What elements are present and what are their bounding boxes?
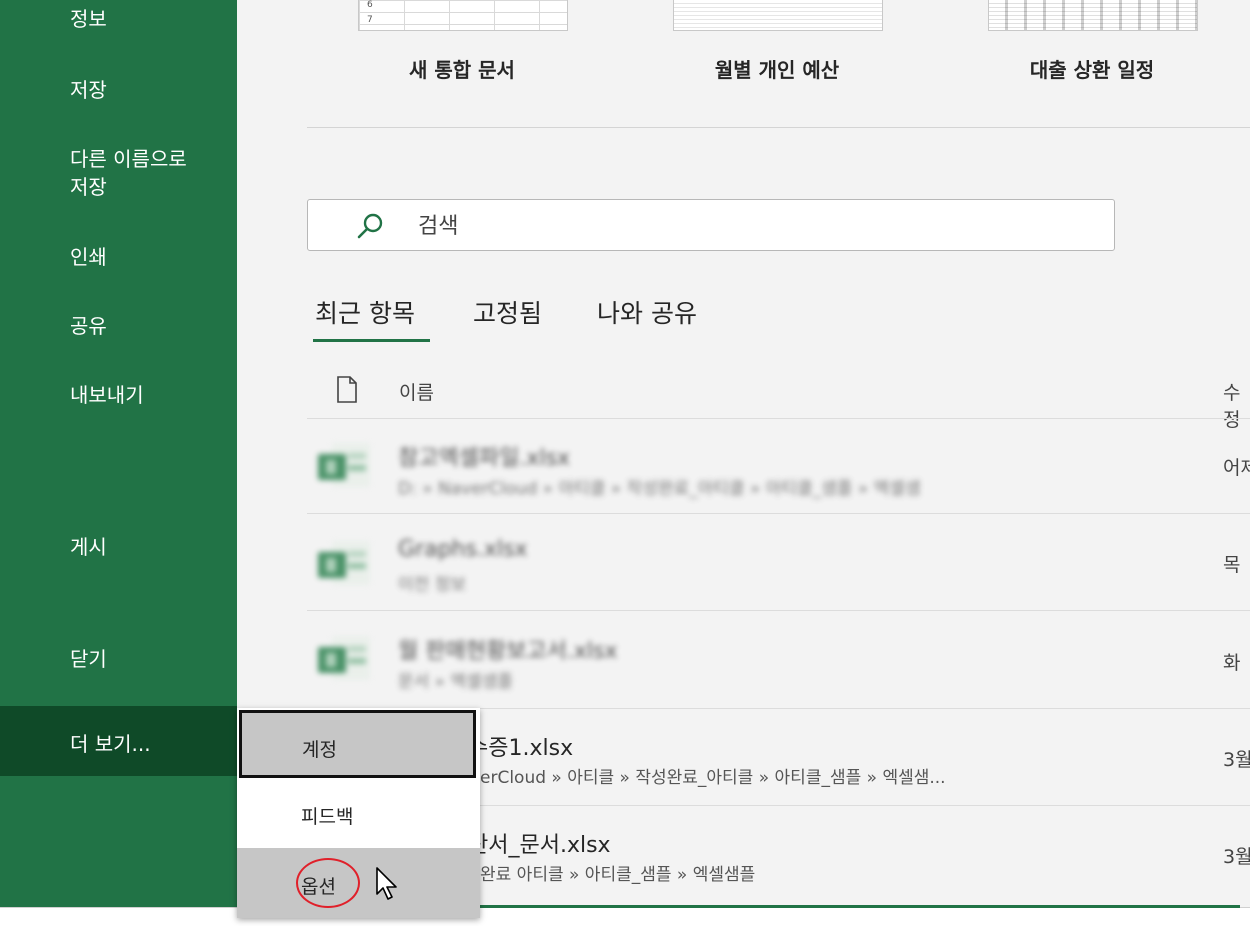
menu-item-feedback[interactable]: 피드백	[237, 780, 480, 846]
nav-print[interactable]: 인쇄	[70, 243, 107, 271]
file-date: 목	[1223, 554, 1241, 576]
nav-share[interactable]: 공유	[70, 312, 107, 340]
thumb-rows	[674, 0, 882, 30]
file-name[interactable]: 수증1.xlsx	[468, 730, 573, 762]
nav-more[interactable]: 더 보기...	[0, 706, 237, 776]
nav-save-as[interactable]: 다른 이름으로 저장	[70, 145, 187, 201]
nav-close[interactable]: 닫기	[70, 645, 107, 673]
nav-info[interactable]: 정보	[70, 5, 107, 33]
tab-shared-with-me[interactable]: 나와 공유	[597, 294, 697, 330]
search-icon	[357, 213, 383, 239]
row-separator	[307, 418, 1250, 419]
thumb-rows	[989, 0, 1197, 30]
nav-export[interactable]: 내보내기	[70, 381, 144, 409]
mouse-cursor-icon	[376, 867, 397, 900]
file-path: 이전 정보	[398, 575, 466, 595]
nav-save-as-line1: 다른 이름으로	[70, 147, 187, 171]
file-path: 문서 » 엑셀샘플	[398, 672, 514, 692]
file-date: 화	[1223, 652, 1241, 674]
template-label-loan[interactable]: 대출 상환 일정	[962, 54, 1222, 83]
nav-save[interactable]: 저장	[70, 76, 107, 104]
excel-file-icon	[318, 634, 372, 682]
file-date: 어제	[1223, 457, 1250, 479]
search-box[interactable]	[307, 199, 1115, 251]
thumb-row-number: 7	[367, 15, 373, 25]
excel-file-icon	[318, 441, 372, 489]
excel-file-icon	[318, 539, 372, 587]
window-bottom-edge	[0, 907, 1250, 926]
row-separator	[307, 513, 1250, 514]
template-thumb-blank[interactable]: 6 7	[358, 0, 568, 31]
template-label-budget[interactable]: 월별 개인 예산	[647, 54, 907, 83]
nav-more-label: 더 보기...	[70, 732, 151, 756]
tab-pinned[interactable]: 고정됨	[473, 294, 542, 330]
file-date: 3월	[1223, 749, 1250, 771]
menu-item-account[interactable]: 계정	[239, 710, 476, 778]
template-thumb-budget[interactable]	[673, 0, 883, 31]
file-name[interactable]: 월 판매현황보고서.xlsx	[398, 633, 618, 665]
column-header-name[interactable]: 이름	[399, 378, 434, 405]
file-icon	[337, 376, 357, 403]
file-name[interactable]: Graphs.xlsx	[398, 537, 528, 562]
tab-active-indicator	[313, 339, 430, 342]
file-path: D: » NaverCloud » 아티클 » 작성완료_아티클 » 아티클_샘…	[398, 479, 921, 499]
thumb-grid	[359, 0, 567, 30]
template-thumb-loan[interactable]	[988, 0, 1198, 31]
file-path: erCloud » 아티클 » 작성완료_아티클 » 아티클_샘플 » 엑셀샘.…	[480, 768, 946, 788]
row-separator	[307, 610, 1250, 611]
menu-item-feedback-label: 피드백	[301, 806, 354, 828]
file-name[interactable]: 산서_문서.xlsx	[468, 827, 611, 859]
section-divider	[307, 127, 1250, 128]
file-name[interactable]: 참고엑셀파일.xlsx	[398, 440, 570, 472]
file-path: 완료 아티클 » 아티클_샘플 » 엑셀샘플	[480, 865, 756, 885]
file-date: 3월	[1223, 846, 1250, 868]
menu-item-account-label: 계정	[302, 739, 337, 761]
search-input[interactable]	[416, 208, 1100, 244]
backstage-sidebar: 정보 저장 다른 이름으로 저장 인쇄 공유 내보내기 게시 닫기 더 보기..…	[0, 0, 237, 907]
tab-recent[interactable]: 최근 항목	[315, 294, 415, 330]
status-accent-line	[480, 905, 1240, 908]
nav-publish[interactable]: 게시	[70, 533, 107, 561]
thumb-row-number: 6	[367, 0, 373, 10]
column-header-modified[interactable]: 수정	[1223, 378, 1250, 432]
template-label-blank[interactable]: 새 통합 문서	[332, 54, 592, 83]
highlight-circle	[296, 858, 360, 908]
nav-save-as-line2: 저장	[70, 175, 107, 199]
